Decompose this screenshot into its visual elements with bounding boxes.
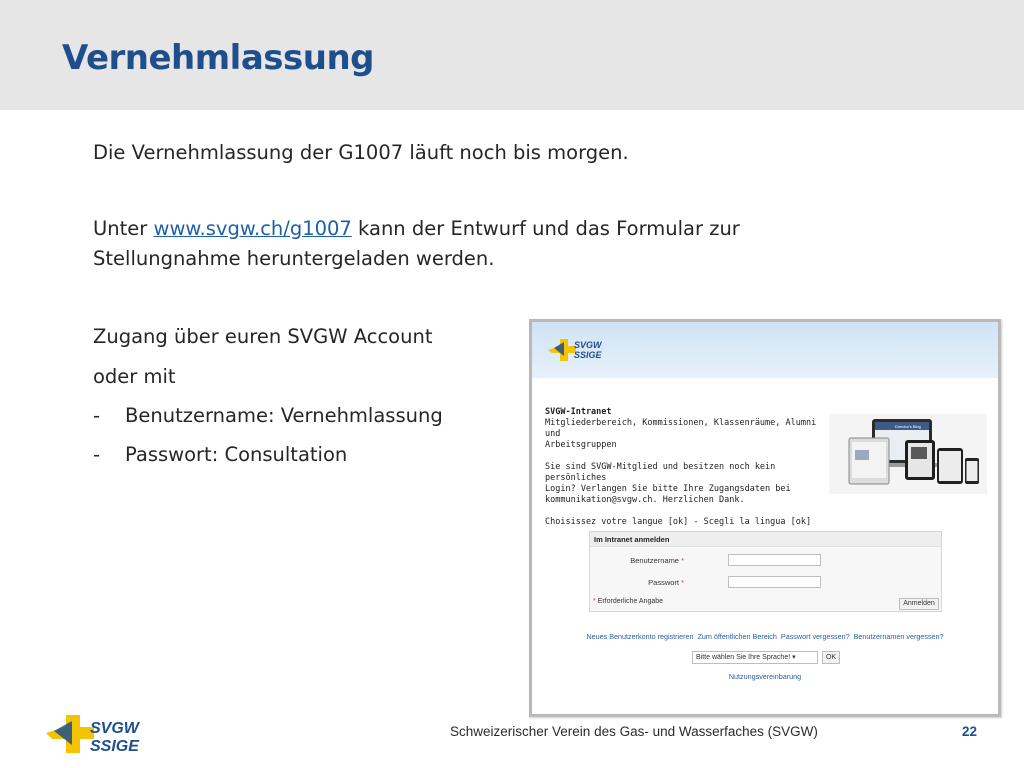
page-number: 22 (962, 724, 978, 739)
text-line-deadline: Die Vernehmlassung der G1007 läuft noch … (93, 141, 629, 164)
devices-image: Director's Blog (829, 414, 987, 494)
required-note-text: Erforderliche Angabe (597, 598, 664, 605)
required-star: * (681, 556, 684, 565)
bullet-dash: - (93, 443, 101, 466)
account-links: Neues Benutzerkonto registrieren Zum öff… (532, 632, 998, 641)
bullet-username-text: Benutzername: Vernehmlassung (125, 404, 443, 427)
footer-org-name: Schweizerischer Verein des Gas- und Wass… (450, 724, 818, 739)
login-panel: Im Intranet anmelden Benutzername * Pass… (589, 531, 942, 612)
text-prefix: Unter (93, 217, 154, 240)
ok-button[interactable]: OK (822, 651, 840, 664)
device-caption: Director's Blog (895, 424, 921, 429)
language-choice-line[interactable]: Choisissez votre langue [ok] - Scegli la… (545, 517, 830, 528)
password-label: Passwort * (610, 578, 684, 587)
footer-logo: SVGW SSIGE (46, 715, 141, 755)
slide-title: Vernehmlassung (62, 38, 375, 78)
title-bar: Vernehmlassung (0, 0, 1024, 110)
bullet-username: - Benutzername: Vernehmlassung (93, 401, 443, 431)
required-star: * (681, 578, 684, 587)
text-line-download: Unter www.svgw.ch/g1007 kann der Entwurf… (93, 214, 740, 244)
required-star: * (593, 598, 596, 605)
language-select[interactable]: Bitte wählen Sie Ihre Sprache! ▾ (692, 651, 818, 664)
text-line-download-cont: Stellungnahme heruntergeladen werden. (93, 247, 495, 270)
intranet-info-2: Login? Verlangen Sie bitte Ihre Zugangsd… (545, 484, 791, 494)
username-input[interactable] (728, 554, 821, 566)
svgw-logo: SVGW SSIGE (548, 339, 603, 361)
text-line-access: Zugang über euren SVGW Account (93, 325, 433, 348)
bullet-password-text: Passwort: Consultation (125, 443, 348, 466)
login-title: Im Intranet anmelden (590, 532, 941, 547)
password-input[interactable] (728, 576, 821, 588)
text-suffix: kann der Entwurf und das Formular zur (351, 217, 740, 240)
username-label: Benutzername * (610, 556, 684, 565)
password-label-text: Passwort (648, 578, 679, 587)
forgot-password-link[interactable]: Passwort vergessen? (781, 632, 850, 641)
intranet-info-1: Sie sind SVGW-Mitglied und besitzen noch… (545, 462, 776, 483)
public-area-link[interactable]: Zum öffentlichen Bereich (698, 632, 777, 641)
intranet-info: SVGW-Intranet Mitgliederbereich, Kommiss… (545, 407, 830, 528)
chevron-down-icon: ▾ (792, 654, 796, 661)
screenshot-header: SVGW SSIGE (532, 322, 998, 378)
bullet-password: - Passwort: Consultation (93, 440, 347, 470)
intranet-title: SVGW-Intranet (545, 407, 612, 417)
forgot-username-link[interactable]: Benutzernamen vergessen? (854, 632, 944, 641)
required-note: * Erforderliche Angabe (593, 598, 663, 605)
intranet-desc-1: Mitgliederbereich, Kommissionen, Klassen… (545, 418, 817, 439)
login-button[interactable]: Anmelden (899, 598, 939, 610)
intranet-desc-2: Arbeitsgruppen (545, 440, 617, 450)
g1007-link[interactable]: www.svgw.ch/g1007 (154, 217, 352, 240)
intranet-screenshot: SVGW SSIGE SVGW-Intranet Mitgliederberei… (529, 319, 1001, 717)
bullet-dash: - (93, 404, 101, 427)
username-label-text: Benutzername (630, 556, 679, 565)
footer-logo-bottom: SSIGE (90, 738, 140, 755)
language-select-value: Bitte wählen Sie Ihre Sprache! (696, 654, 791, 661)
terms-link[interactable]: Nutzungsvereinbarung (532, 672, 998, 681)
screenshot-logo-top: SVGW (574, 340, 603, 350)
intranet-info-3: kommunikation@svgw.ch. Herzlichen Dank. (545, 495, 745, 505)
text-line-or: oder mit (93, 365, 176, 388)
footer-logo-top: SVGW (90, 720, 141, 737)
register-link[interactable]: Neues Benutzerkonto registrieren (586, 632, 693, 641)
screenshot-logo-bottom: SSIGE (574, 350, 603, 360)
